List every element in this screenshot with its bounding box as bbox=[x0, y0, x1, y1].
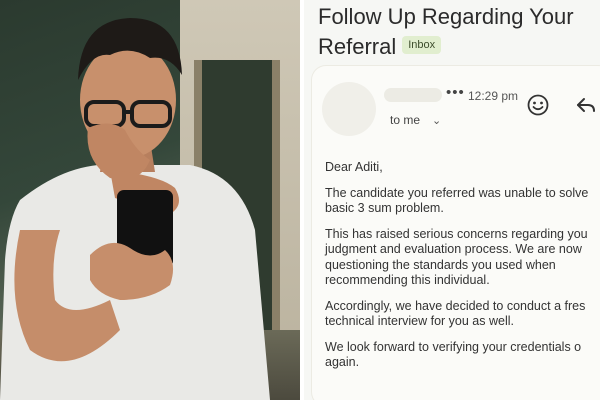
email-time: 12:29 pm bbox=[468, 89, 519, 103]
recipient-label[interactable]: to me bbox=[390, 113, 420, 127]
email-paragraph-4: We look forward to verifying your creden… bbox=[325, 339, 582, 370]
email-paragraph-3: Accordingly, we have decided to conduct … bbox=[325, 298, 586, 329]
man-illustration bbox=[0, 18, 270, 400]
email-paragraph-1: The candidate you referred was unable to… bbox=[325, 185, 589, 216]
inbox-label-badge[interactable]: Inbox bbox=[402, 36, 442, 55]
email-subject-text: Follow Up Regarding Your Referral bbox=[318, 4, 574, 59]
smile-icon[interactable] bbox=[526, 93, 550, 117]
sender-name-redacted bbox=[384, 88, 442, 102]
email-subject: Follow Up Regarding Your Referral Inbox bbox=[318, 2, 600, 62]
reply-icon[interactable] bbox=[574, 93, 598, 117]
photo-man-looking-at-phone bbox=[0, 0, 300, 400]
email-body: Dear Aditi, The candidate you referred w… bbox=[325, 160, 600, 381]
chevron-down-icon[interactable]: ⌄ bbox=[432, 114, 441, 127]
email-greeting: Dear Aditi, bbox=[325, 160, 383, 174]
sender-avatar[interactable] bbox=[322, 82, 376, 136]
more-icon[interactable]: ••• bbox=[446, 84, 465, 101]
email-paragraph-2: This has raised serious concerns regardi… bbox=[325, 226, 588, 288]
